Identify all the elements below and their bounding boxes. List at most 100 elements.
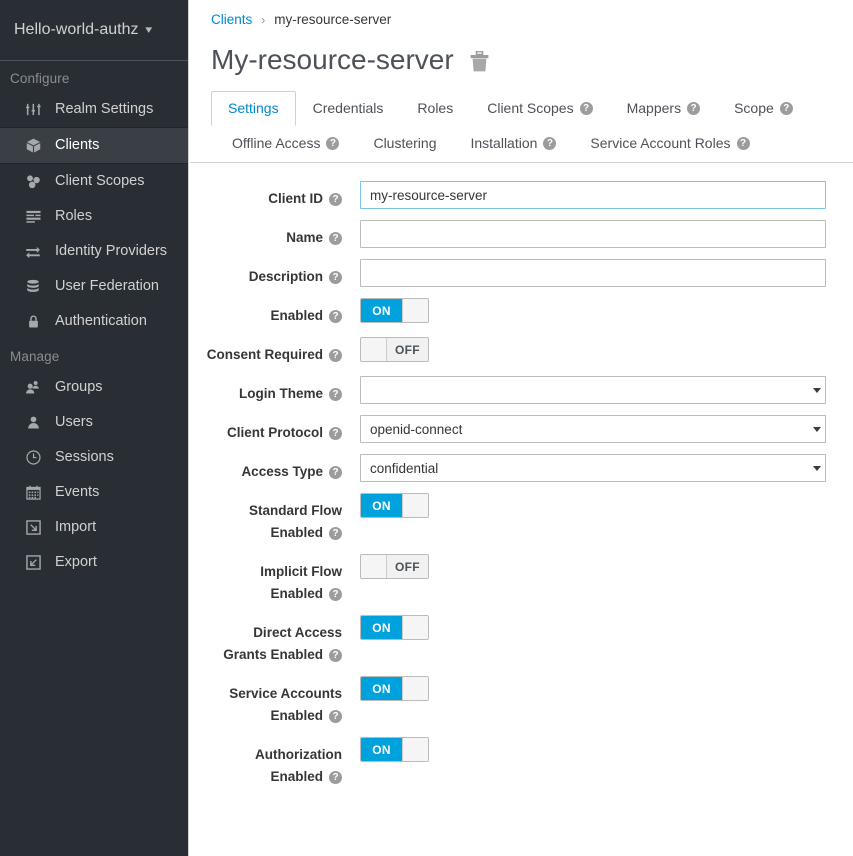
enabled-toggle[interactable]: ON — [360, 298, 429, 323]
tab-installation[interactable]: Installation? — [453, 125, 573, 162]
implicit-flow-enabled-toggle[interactable]: OFF — [360, 554, 429, 579]
sidebar-item-groups[interactable]: Groups — [0, 370, 188, 405]
realm-selector[interactable]: Hello-world-authz ▾ — [0, 0, 188, 61]
label-line: Name? — [190, 227, 342, 249]
help-icon[interactable]: ? — [687, 102, 700, 115]
form-label-client-id: Client ID? — [190, 181, 342, 210]
toggle-state-label: ON — [361, 738, 402, 761]
consent-required-toggle[interactable]: OFF — [360, 337, 429, 362]
sidebar-item-users[interactable]: Users — [0, 405, 188, 440]
help-icon[interactable]: ? — [329, 232, 342, 245]
help-icon[interactable]: ? — [329, 466, 342, 479]
toggle-knob — [402, 677, 428, 700]
label-line: Access Type? — [190, 461, 342, 483]
tab-settings[interactable]: Settings — [211, 91, 296, 126]
client-tabs: SettingsCredentialsRolesClient Scopes?Ma… — [211, 90, 832, 162]
help-icon[interactable]: ? — [737, 137, 750, 150]
help-icon[interactable]: ? — [329, 588, 342, 601]
service-accounts-enabled-toggle[interactable]: ON — [360, 676, 429, 701]
label-text: Enabled — [270, 525, 323, 540]
sidebar: Hello-world-authz ▾ ConfigureRealm Setti… — [0, 0, 189, 856]
tab-service-account-roles[interactable]: Service Account Roles? — [573, 125, 766, 162]
sidebar-item-realm-settings[interactable]: Realm Settings — [0, 92, 188, 127]
help-icon[interactable]: ? — [543, 137, 556, 150]
help-icon[interactable]: ? — [329, 193, 342, 206]
label-text: Authorization — [255, 747, 342, 762]
sidebar-item-authentication[interactable]: Authentication — [0, 304, 188, 339]
chevron-down-icon — [811, 458, 822, 478]
label-line: Client ID? — [190, 188, 342, 210]
tab-scope[interactable]: Scope? — [717, 91, 810, 126]
tab-clustering[interactable]: Clustering — [356, 125, 453, 162]
client-protocol-select[interactable]: openid-connect — [360, 415, 826, 443]
help-icon[interactable]: ? — [329, 271, 342, 284]
login-theme-select[interactable] — [360, 376, 826, 404]
help-icon[interactable]: ? — [329, 427, 342, 440]
form-control-standard-flow-enabled: ON — [342, 493, 853, 518]
standard-flow-enabled-toggle[interactable]: ON — [360, 493, 429, 518]
list-icon — [22, 208, 44, 226]
label-line: Client Protocol? — [190, 422, 342, 444]
help-icon[interactable]: ? — [329, 527, 342, 540]
name-input[interactable] — [360, 220, 826, 248]
client-settings-form: Client ID? Name? Description? Enabled? ON Con… — [190, 163, 853, 788]
form-control-access-type: confidential — [342, 454, 853, 482]
label-line: Standard Flow — [190, 500, 342, 522]
sidebar-item-events[interactable]: Events — [0, 475, 188, 510]
direct-access-grants-enabled-toggle[interactable]: ON — [360, 615, 429, 640]
help-icon[interactable]: ? — [329, 710, 342, 723]
sidebar-item-sessions[interactable]: Sessions — [0, 440, 188, 475]
label-line: Grants Enabled? — [190, 644, 342, 666]
label-text: Grants Enabled — [223, 647, 323, 662]
form-control-client-protocol: openid-connect — [342, 415, 853, 443]
sidebar-item-clients[interactable]: Clients — [0, 127, 188, 164]
tab-credentials[interactable]: Credentials — [296, 91, 401, 126]
tab-roles[interactable]: Roles — [400, 91, 470, 126]
label-line: Service Accounts — [190, 683, 342, 705]
sidebar-item-user-federation[interactable]: User Federation — [0, 269, 188, 304]
tab-label: Mappers — [627, 100, 681, 116]
form-label-direct-access-grants-enabled: Direct AccessGrants Enabled? — [190, 615, 342, 666]
tab-client-scopes[interactable]: Client Scopes? — [470, 91, 609, 126]
sidebar-item-import[interactable]: Import — [0, 510, 188, 545]
tab-mappers[interactable]: Mappers? — [610, 91, 717, 126]
form-label-service-accounts-enabled: Service AccountsEnabled? — [190, 676, 342, 727]
sidebar-item-roles[interactable]: Roles — [0, 199, 188, 234]
form-row-description: Description? — [190, 259, 853, 288]
sidebar-item-export[interactable]: Export — [0, 545, 188, 580]
help-icon[interactable]: ? — [329, 388, 342, 401]
help-icon[interactable]: ? — [329, 310, 342, 323]
sidebar-item-identity-providers[interactable]: Identity Providers — [0, 234, 188, 269]
form-control-name — [342, 220, 853, 248]
breadcrumb-link-clients[interactable]: Clients — [211, 12, 252, 27]
sidebar-item-label: Clients — [55, 137, 99, 154]
user-icon — [22, 414, 44, 432]
description-input[interactable] — [360, 259, 826, 287]
form-control-consent-required: OFF — [342, 337, 853, 366]
client-id-input[interactable] — [360, 181, 826, 209]
realm-name: Hello-world-authz — [14, 21, 139, 39]
access-type-select[interactable]: confidential — [360, 454, 826, 482]
form-control-client-id — [342, 181, 853, 209]
authorization-enabled-toggle[interactable]: ON — [360, 737, 429, 762]
form-label-consent-required: Consent Required? — [190, 337, 342, 366]
tab-label: Client Scopes — [487, 100, 573, 116]
help-icon[interactable]: ? — [326, 137, 339, 150]
sidebar-item-label: Users — [55, 414, 93, 431]
form-label-description: Description? — [190, 259, 342, 288]
label-text: Client Protocol — [227, 425, 323, 440]
help-icon[interactable]: ? — [329, 349, 342, 362]
sidebar-item-label: Authentication — [55, 313, 147, 330]
toggle-state-label: ON — [361, 299, 402, 322]
tab-offline-access[interactable]: Offline Access? — [215, 125, 356, 162]
help-icon[interactable]: ? — [329, 771, 342, 784]
breadcrumb: Clients › my-resource-server — [190, 0, 853, 27]
label-line: Login Theme? — [190, 383, 342, 405]
form-label-name: Name? — [190, 220, 342, 249]
help-icon[interactable]: ? — [329, 649, 342, 662]
help-icon[interactable]: ? — [580, 102, 593, 115]
trash-icon[interactable] — [470, 51, 489, 72]
label-line: Enabled? — [190, 305, 342, 327]
sidebar-item-client-scopes[interactable]: Client Scopes — [0, 164, 188, 199]
help-icon[interactable]: ? — [780, 102, 793, 115]
